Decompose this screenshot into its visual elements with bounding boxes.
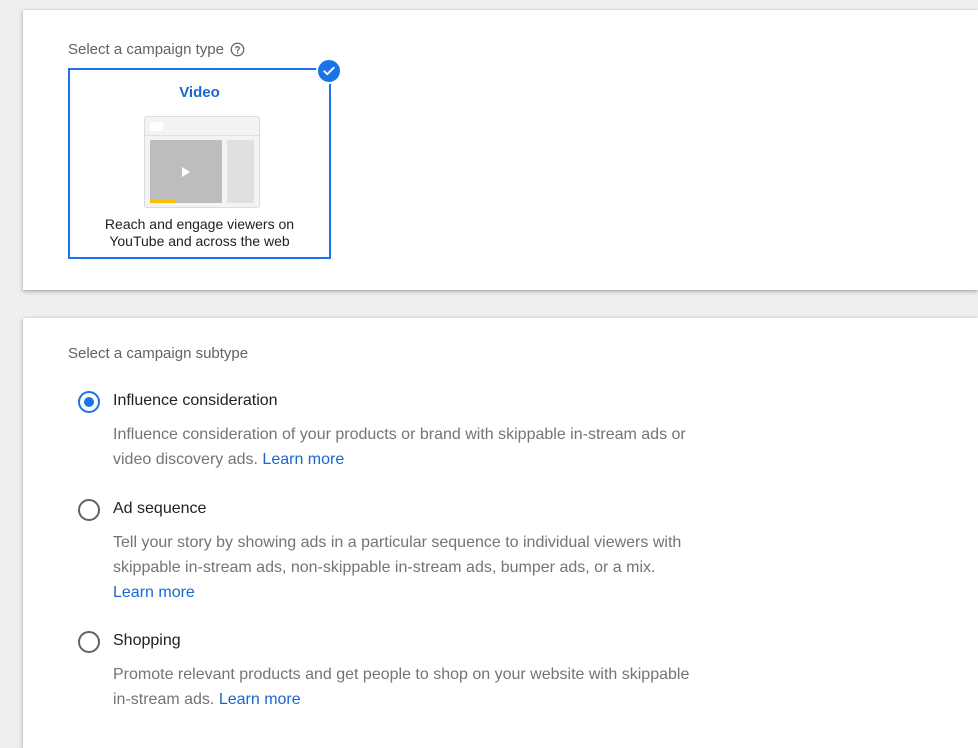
video-campaign-tile[interactable]: Video Reach and engage viewers on YouTub…	[68, 58, 342, 259]
help-circle-icon[interactable]	[230, 42, 245, 57]
campaign-type-heading: Select a campaign type	[68, 41, 245, 58]
option-description: Influence consideration of your products…	[113, 422, 693, 472]
learn-more-link[interactable]: Learn more	[262, 451, 344, 468]
learn-more-link[interactable]: Learn more	[113, 584, 195, 601]
play-icon	[182, 167, 190, 177]
radio-shopping[interactable]	[78, 631, 100, 653]
tile-description: Reach and engage viewers on YouTube and …	[70, 216, 329, 250]
browser-tab	[150, 122, 163, 131]
radio-ad-sequence[interactable]	[78, 499, 100, 521]
tile-description-line-2: YouTube and across the web	[109, 233, 290, 249]
option-label[interactable]: Shopping	[113, 632, 181, 650]
video-illustration	[144, 116, 260, 208]
tile-description-line-1: Reach and engage viewers on	[104, 216, 295, 232]
video-player-illustration	[150, 140, 222, 203]
learn-more-link[interactable]: Learn more	[219, 691, 301, 708]
campaign-subtype-title: Select a campaign subtype	[68, 345, 249, 362]
radio-selected-dot	[84, 397, 94, 407]
sidebar-illustration	[227, 140, 254, 203]
option-description-text: Influence consideration of your products…	[113, 426, 686, 468]
option-description-text: Tell your story by showing ads in a part…	[113, 534, 682, 576]
option-description: Promote relevant products and get people…	[113, 662, 693, 712]
radio-influence-consideration[interactable]	[78, 391, 100, 413]
campaign-type-title: Select a campaign type	[68, 41, 224, 58]
check-circle-icon	[316, 58, 342, 84]
option-label[interactable]: Ad sequence	[113, 500, 206, 518]
tile-title: Video	[179, 84, 220, 101]
campaign-subtype-card: Select a campaign subtype Influence cons…	[23, 318, 978, 748]
option-description-text: Promote relevant products and get people…	[113, 666, 690, 708]
browser-bar	[145, 117, 259, 136]
progress-bar	[150, 200, 176, 203]
option-label[interactable]: Influence consideration	[113, 392, 278, 410]
campaign-type-card: Select a campaign type Video Reach and e…	[23, 10, 978, 290]
option-description: Tell your story by showing ads in a part…	[113, 530, 693, 605]
